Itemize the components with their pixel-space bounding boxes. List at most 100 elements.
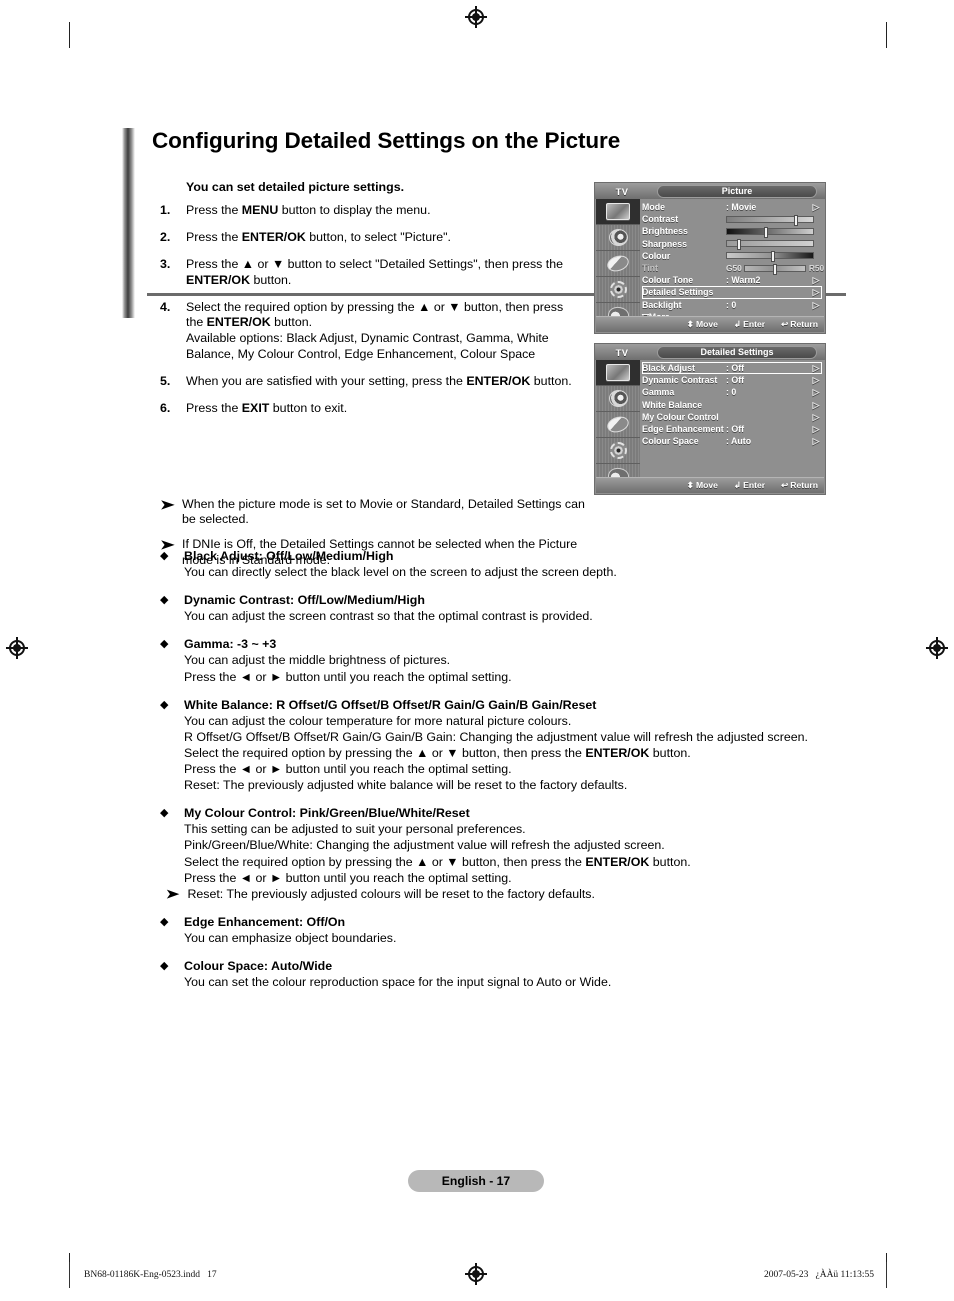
osd-menu-item[interactable]: Brightness 45: [642, 225, 822, 238]
osd-item-value: : Auto: [726, 436, 752, 447]
note-item: ➤ When the picture mode is set to Movie o…: [160, 497, 590, 527]
chevron-right-icon: ▷: [812, 399, 820, 410]
osd-slider[interactable]: 53: [726, 250, 825, 263]
option-line: Press the ◄ or ► button until you reach …: [184, 870, 512, 885]
osd-sound-icon[interactable]: [596, 225, 640, 251]
osd-menu-title: Picture: [657, 185, 817, 198]
osd-menu-item[interactable]: Gamma: 0 ▷: [642, 386, 822, 398]
option-title: White Balance: R Offset/G Offset/B Offse…: [184, 697, 597, 712]
step-text: Press the EXIT button to exit.: [186, 400, 348, 415]
osd-hint-return[interactable]: ↩ Return: [781, 319, 818, 330]
osd-item-label: Dynamic Contrast: [642, 375, 718, 386]
osd-slider[interactable]: 80: [726, 213, 825, 226]
option-description: ◆ Dynamic Contrast: Off/Low/Medium/High Yo…: [160, 592, 825, 624]
osd-slider[interactable]: G50 R50: [726, 262, 825, 275]
osd-menu-item[interactable]: Colour Tone: Warm2 ▷: [642, 274, 822, 286]
osd-menu-item[interactable]: Backlight: 0 ▷: [642, 299, 822, 311]
numbered-steps-list: 1. Press the MENU button to display the m…: [160, 203, 580, 428]
osd-slider[interactable]: 10: [726, 238, 825, 251]
footer-rule-left: [69, 1262, 70, 1288]
move-key-icon: ⬍: [686, 319, 694, 329]
osd-item-label: My Colour Control: [642, 411, 719, 422]
osd-menu-item[interactable]: Dynamic Contrast : Off ▷: [642, 374, 822, 386]
osd-menu-item[interactable]: Edge Enhancement: Off ▷: [642, 423, 822, 435]
tv-osd-detailed-settings-menu: TV Detailed Settings Black Adjust: Off ▷ D…: [594, 343, 826, 495]
osd-slider-track[interactable]: [726, 239, 814, 251]
osd-slider-track[interactable]: [726, 226, 814, 238]
osd-menu-rows: Black Adjust: Off ▷ Dynamic Contrast : Off ▷…: [642, 362, 822, 447]
osd-picture-icon[interactable]: [596, 360, 640, 386]
osd-item-value: : 0: [726, 299, 737, 310]
osd-hint-label: Move: [695, 319, 718, 329]
osd-slider-track[interactable]: [726, 251, 814, 263]
page-header: Configuring Detailed Settings on the Pic…: [122, 128, 846, 318]
osd-slider-track[interactable]: [726, 214, 814, 226]
osd-hint-move[interactable]: ⬍ Move: [687, 480, 718, 491]
osd-setup-icon[interactable]: [596, 277, 640, 303]
osd-menu-item[interactable]: Sharpness 10: [642, 238, 822, 251]
diamond-bullet-icon: ◆: [160, 638, 169, 651]
step-text: Press the ▲ or ▼ button to select "Detai…: [186, 257, 564, 287]
osd-setup-icon[interactable]: [596, 438, 640, 464]
option-title: Colour Space: Auto/Wide: [184, 958, 333, 973]
osd-slider-value: 53: [818, 250, 825, 262]
osd-menu-item[interactable]: Detailed Settings ▷: [642, 286, 822, 299]
osd-item-value: : Off: [726, 423, 745, 434]
chevron-right-icon: ▷: [812, 299, 820, 310]
osd-slider-knob[interactable]: [770, 251, 775, 263]
osd-item-value: : 0: [726, 387, 737, 398]
chevron-right-icon: ▷: [812, 375, 820, 386]
osd-channel-icon[interactable]: [596, 412, 640, 438]
osd-menu-item[interactable]: Black Adjust: Off ▷: [642, 362, 822, 375]
osd-slider[interactable]: 45: [726, 225, 825, 238]
osd-menu-item[interactable]: Mode: Movie ▷: [642, 201, 822, 213]
osd-slider-knob[interactable]: [737, 239, 742, 251]
osd-slider-value: 10: [818, 238, 825, 250]
option-description: ◆ White Balance: R Offset/G Offset/B Offs…: [160, 697, 825, 794]
osd-menu-item[interactable]: White Balance ▷: [642, 399, 822, 411]
chevron-right-icon: ▷: [812, 436, 820, 447]
option-body: Dynamic Contrast: Off/Low/Medium/High You…: [184, 592, 593, 624]
osd-picture-icon[interactable]: [596, 199, 640, 225]
osd-slider-knob[interactable]: [772, 263, 777, 275]
osd-menu-item[interactable]: Colour 53: [642, 250, 822, 263]
option-description: ◆ Colour Space: Auto/Wide You can set the …: [160, 958, 825, 990]
osd-hint-enter[interactable]: ↲ Enter: [734, 319, 765, 330]
header-accent-bar: [122, 128, 135, 318]
osd-sound-icon[interactable]: [596, 386, 640, 412]
manual-page: Configuring Detailed Settings on the Pic…: [0, 0, 954, 1301]
move-key-icon: ⬍: [686, 480, 694, 490]
osd-channel-icon[interactable]: [596, 251, 640, 277]
step-text: Press the MENU button to display the men…: [186, 203, 431, 217]
option-line: You can adjust the middle brightness of …: [184, 653, 451, 668]
osd-tint-right-label: R50: [808, 262, 825, 273]
osd-hint-label: Enter: [743, 319, 766, 329]
osd-item-value: : Off: [726, 375, 745, 386]
osd-source-label: TV: [615, 346, 629, 358]
option-body: Black Adjust: Off/Low/Medium/High You can…: [184, 548, 617, 580]
diamond-bullet-icon: ◆: [160, 550, 169, 562]
osd-menu-item[interactable]: Tint G50 R50: [642, 262, 825, 275]
osd-item-label: Detailed Settings: [642, 287, 714, 298]
osd-hint-enter[interactable]: ↲ Enter: [734, 480, 765, 491]
osd-menu-title: Detailed Settings: [657, 346, 817, 359]
diamond-bullet-icon: ◆: [160, 698, 169, 711]
diamond-bullet-icon: ◆: [160, 594, 169, 607]
osd-item-label: Tint: [642, 262, 658, 273]
option-description: ◆ My Colour Control: Pink/Green/Blue/Whit…: [160, 805, 825, 902]
osd-menu-item[interactable]: Colour Space : Auto ▷: [642, 435, 822, 447]
note-arrow-icon: ➤: [160, 497, 175, 512]
chevron-right-icon: ▷: [812, 363, 820, 373]
option-title: Black Adjust: Off/Low/Medium/High: [184, 549, 394, 563]
osd-slider-knob[interactable]: [763, 226, 768, 238]
intro-text: You can set detailed picture settings.: [186, 180, 405, 194]
osd-slider-track[interactable]: [743, 263, 806, 275]
osd-item-label: Colour Space: [642, 436, 699, 447]
option-line: You can directly select the black level …: [184, 565, 617, 580]
osd-menu-item[interactable]: Contrast 80: [642, 213, 822, 226]
osd-hint-move[interactable]: ⬍ Move: [687, 319, 718, 330]
osd-menu-item[interactable]: My Colour Control ▷: [642, 411, 822, 423]
osd-item-value: : Movie: [726, 202, 757, 212]
osd-slider-knob[interactable]: [793, 214, 798, 226]
osd-hint-return[interactable]: ↩ Return: [781, 480, 818, 491]
